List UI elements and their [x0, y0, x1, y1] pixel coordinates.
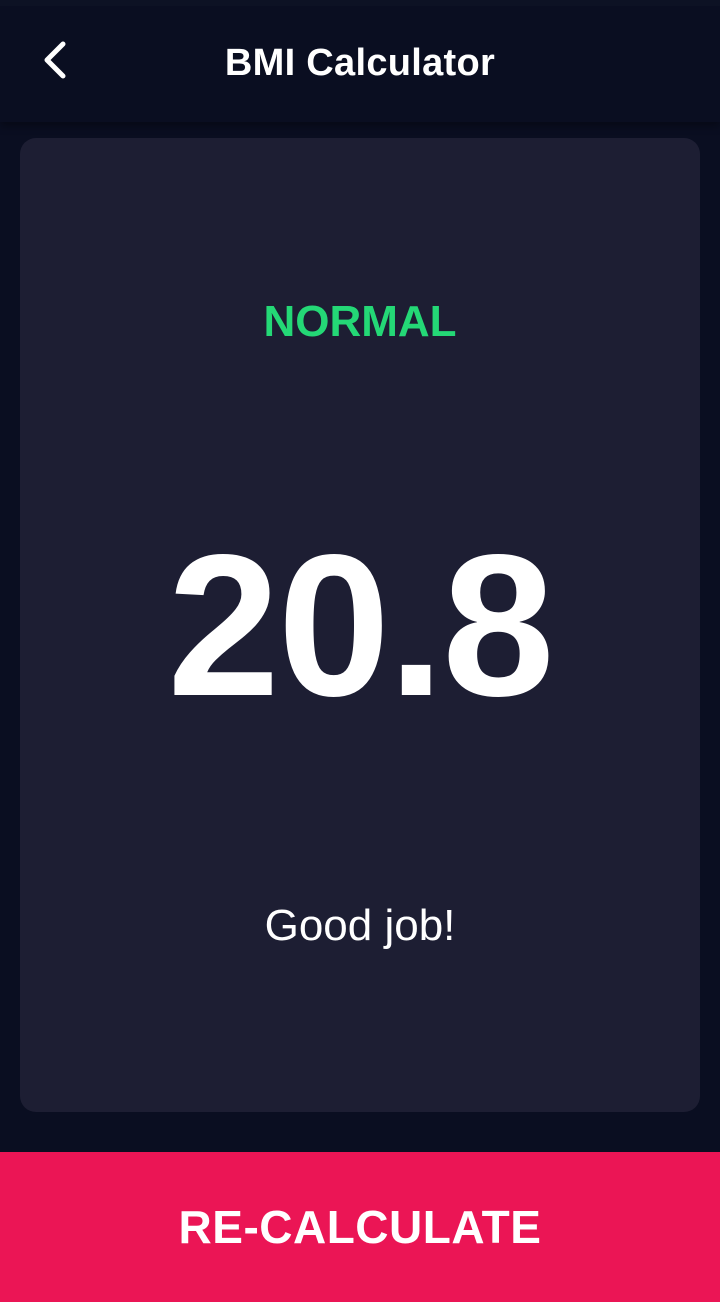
page-title: BMI Calculator: [224, 42, 496, 84]
bmi-status-label: NORMAL: [263, 297, 457, 346]
app-bar: BMI Calculator: [0, 0, 720, 122]
bmi-message: Good job!: [264, 901, 456, 950]
recalculate-button[interactable]: RE-CALCULATE: [0, 1152, 720, 1302]
status-bar: [0, 0, 720, 6]
recalculate-button-label: RE-CALCULATE: [178, 1201, 542, 1253]
bmi-value: 20.8: [167, 512, 554, 738]
